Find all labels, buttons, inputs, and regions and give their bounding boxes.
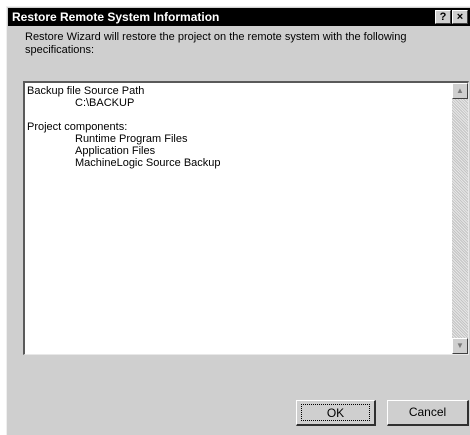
component-item: MachineLogic Source Backup (75, 157, 221, 169)
ok-button[interactable]: OK (296, 400, 376, 426)
title-bar[interactable]: Restore Remote System Information ? × (8, 8, 470, 26)
component-item: Application Files (75, 145, 156, 157)
scroll-up-arrow-icon[interactable]: ▲ (452, 83, 468, 99)
specifications-content: Backup file Source Path C:\BACKUP Projec… (27, 85, 448, 354)
help-button[interactable]: ? (435, 10, 451, 24)
backup-path: C:\BACKUP (75, 97, 135, 109)
vertical-scrollbar[interactable]: ▲ ▼ (452, 83, 468, 354)
component-item: Runtime Program Files (75, 133, 188, 145)
backup-heading: Backup file Source Path (27, 85, 145, 97)
window-title: Restore Remote System Information (12, 10, 220, 24)
cancel-button[interactable]: Cancel (387, 400, 469, 426)
restore-info-dialog: Restore Remote System Information ? × Re… (6, 6, 470, 435)
scroll-down-arrow-icon[interactable]: ▼ (452, 338, 468, 354)
specifications-textbox[interactable]: Backup file Source Path C:\BACKUP Projec… (23, 81, 469, 355)
description-text: Restore Wizard will restore the project … (25, 31, 407, 56)
close-button[interactable]: × (452, 10, 468, 24)
components-heading: Project components: (27, 121, 128, 133)
ok-button-label: OK (301, 404, 370, 421)
